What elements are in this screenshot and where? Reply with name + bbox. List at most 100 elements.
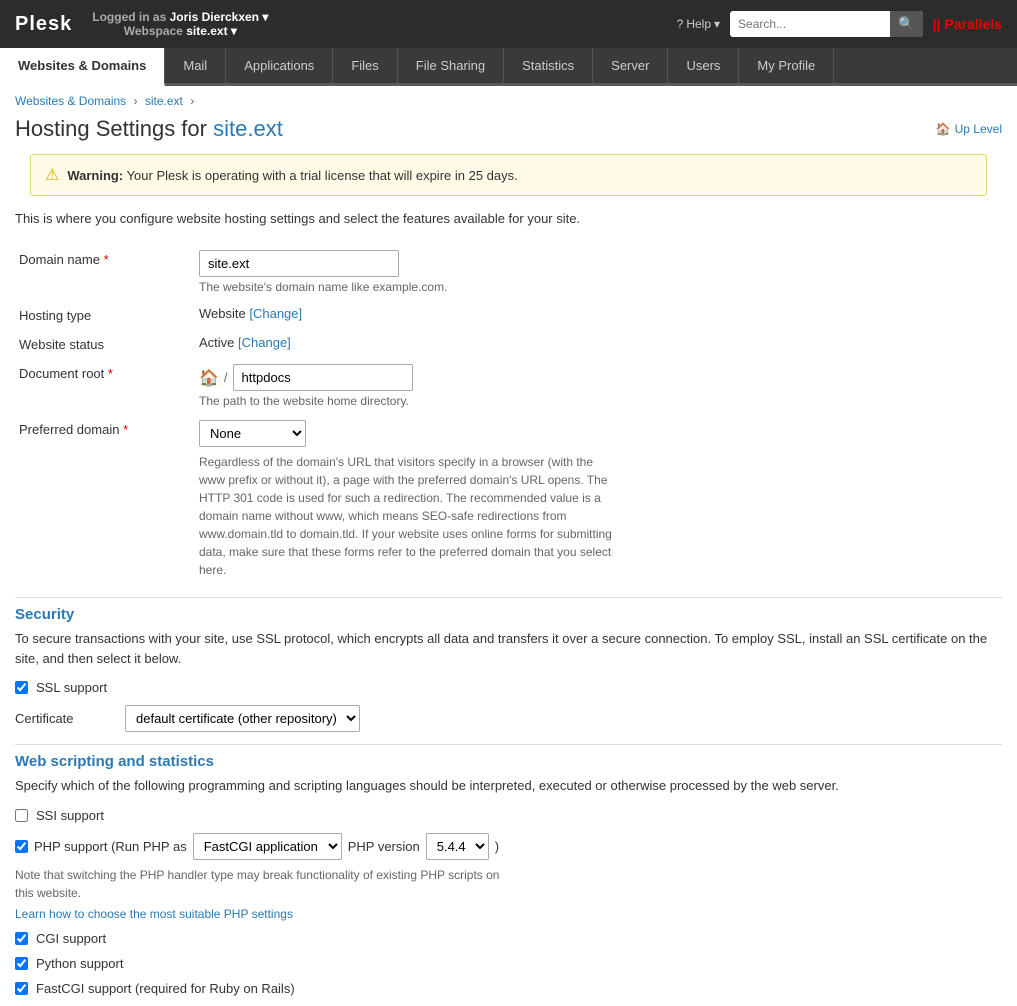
required-marker-preferred: * [123,422,128,437]
tab-websites-domains[interactable]: Websites & Domains [0,48,165,86]
certificate-row: Certificate default certificate (other r… [15,705,1002,732]
domain-name-input[interactable] [199,250,399,277]
hosting-type-value-cell: Website [Change] [195,300,1002,329]
tab-my-profile[interactable]: My Profile [739,48,834,83]
website-status-row: Website status Active [Change] [15,329,1002,358]
ssi-support-label: SSI support [36,808,104,823]
ssl-support-row: SSL support [15,680,1002,695]
preferred-domain-row: Preferred domain * None www.site.ext sit… [15,414,1002,585]
nav-tabs: Websites & Domains Mail Applications Fil… [0,48,1017,86]
tab-users[interactable]: Users [668,48,739,83]
doc-root-row: 🏠 / [199,364,998,391]
parallels-logo: || Parallels [933,16,1002,32]
php-version-label: PHP version [348,839,420,854]
domain-name-row: Domain name * The website's domain name … [15,244,1002,300]
tab-applications[interactable]: Applications [226,48,333,83]
parallels-logo-bars: || [933,16,941,32]
content-area: ⚠ Warning: Your Plesk is operating with … [0,154,1017,996]
warning-icon: ⚠ [45,165,59,185]
page-title: Hosting Settings for site.ext [15,116,283,142]
help-button[interactable]: ? Help ▾ [677,17,720,31]
security-desc: To secure transactions with your site, u… [15,629,1002,668]
document-root-hint: The path to the website home directory. [199,394,998,408]
php-support-label: PHP support (Run PHP as [34,839,187,854]
document-root-value-cell: 🏠 / The path to the website home directo… [195,358,1002,414]
page-title-row: Hosting Settings for site.ext 🏠 Up Level [0,112,1017,154]
required-marker-docroot: * [108,366,113,381]
header-left: Plesk Logged in as Joris Dierckxen ▾Webs… [15,10,268,38]
ssl-support-label: SSL support [36,680,107,695]
web-scripting-divider [15,744,1002,745]
cgi-support-label: CGI support [36,931,106,946]
parallels-logo-text: Parallels [944,16,1002,32]
breadcrumb-sep-2: › [190,94,194,108]
php-support-checkbox[interactable] [15,840,28,853]
tab-file-sharing[interactable]: File Sharing [398,48,504,83]
hosting-type-label: Hosting type [15,300,195,329]
domain-name-hint: The website's domain name like example.c… [199,280,998,294]
breadcrumb-sep-1: › [134,94,141,108]
certificate-label: Certificate [15,711,115,726]
security-title: Security [15,606,1002,623]
php-support-row: PHP support (Run PHP as FastCGI applicat… [15,833,1002,860]
preferred-domain-value-cell: None www.site.ext site.ext Regardless of… [195,414,1002,585]
page-title-domain-link[interactable]: site.ext [213,116,283,141]
cgi-support-row: CGI support [15,931,1002,946]
plesk-logo: Plesk [15,13,72,36]
help-chevron-icon: ▾ [714,17,720,31]
main-content: Websites & Domains › site.ext › Hosting … [0,86,1017,1006]
ssl-support-checkbox[interactable] [15,681,28,694]
php-note: Note that switching the PHP handler type… [15,866,515,902]
document-root-row: Document root * 🏠 / The path to the webs… [15,358,1002,414]
python-support-label: Python support [36,956,123,971]
ssi-support-checkbox[interactable] [15,809,28,822]
php-handler-select[interactable]: FastCGI application Apache module CGI ap… [193,833,342,860]
fastcgi-support-checkbox[interactable] [15,982,28,995]
search-box: 🔍 [730,11,923,37]
header-user-info: Logged in as Joris Dierckxen ▾Webspace s… [92,10,268,38]
php-learn-link[interactable]: Learn how to choose the most suitable PH… [15,907,293,921]
tab-statistics[interactable]: Statistics [504,48,593,83]
tab-files[interactable]: Files [333,48,397,83]
tab-mail[interactable]: Mail [165,48,226,83]
security-divider [15,597,1002,598]
hosting-type-row: Hosting type Website [Change] [15,300,1002,329]
php-closing-paren: ) [495,839,499,854]
preferred-domain-select[interactable]: None www.site.ext site.ext [199,420,306,447]
question-icon: ? [677,17,684,31]
warning-bold: Warning: [67,168,123,183]
tab-server[interactable]: Server [593,48,668,83]
up-level-label: Up Level [955,122,1002,136]
website-status-value-cell: Active [Change] [195,329,1002,358]
preferred-domain-desc: Regardless of the domain's URL that visi… [199,453,619,579]
cgi-support-checkbox[interactable] [15,932,28,945]
web-scripting-desc: Specify which of the following programmi… [15,776,1002,796]
document-root-label: Document root * [15,358,195,414]
warning-message: Your Plesk is operating with a trial lic… [127,168,518,183]
warning-text: Warning: Your Plesk is operating with a … [67,168,517,183]
domain-name-value-cell: The website's domain name like example.c… [195,244,1002,300]
python-support-row: Python support [15,956,1002,971]
search-input[interactable] [730,13,890,35]
web-scripting-title: Web scripting and statistics [15,753,1002,770]
breadcrumb-link-domain[interactable]: site.ext [145,94,183,108]
python-support-checkbox[interactable] [15,957,28,970]
domain-name-label: Domain name * [15,244,195,300]
hosting-form: Domain name * The website's domain name … [15,244,1002,585]
required-marker-domain: * [104,252,109,267]
php-version-select[interactable]: 5.4.4 5.5 5.6 7.0 [426,833,489,860]
ssi-support-row: SSI support [15,808,1002,823]
header-right: ? Help ▾ 🔍 || Parallels [677,11,1002,37]
certificate-select[interactable]: default certificate (other repository) o… [125,705,360,732]
search-button[interactable]: 🔍 [890,11,923,37]
breadcrumb-link-websites[interactable]: Websites & Domains [15,94,126,108]
up-level-icon: 🏠 [936,122,951,136]
website-status-label: Website status [15,329,195,358]
document-root-input[interactable] [233,364,413,391]
warning-box: ⚠ Warning: Your Plesk is operating with … [30,154,987,196]
fastcgi-support-row: FastCGI support (required for Ruby on Ra… [15,981,1002,996]
help-label: Help [686,17,711,31]
breadcrumb: Websites & Domains › site.ext › [0,86,1017,112]
intro-text: This is where you configure website host… [15,211,1002,226]
up-level-link[interactable]: 🏠 Up Level [936,122,1002,136]
